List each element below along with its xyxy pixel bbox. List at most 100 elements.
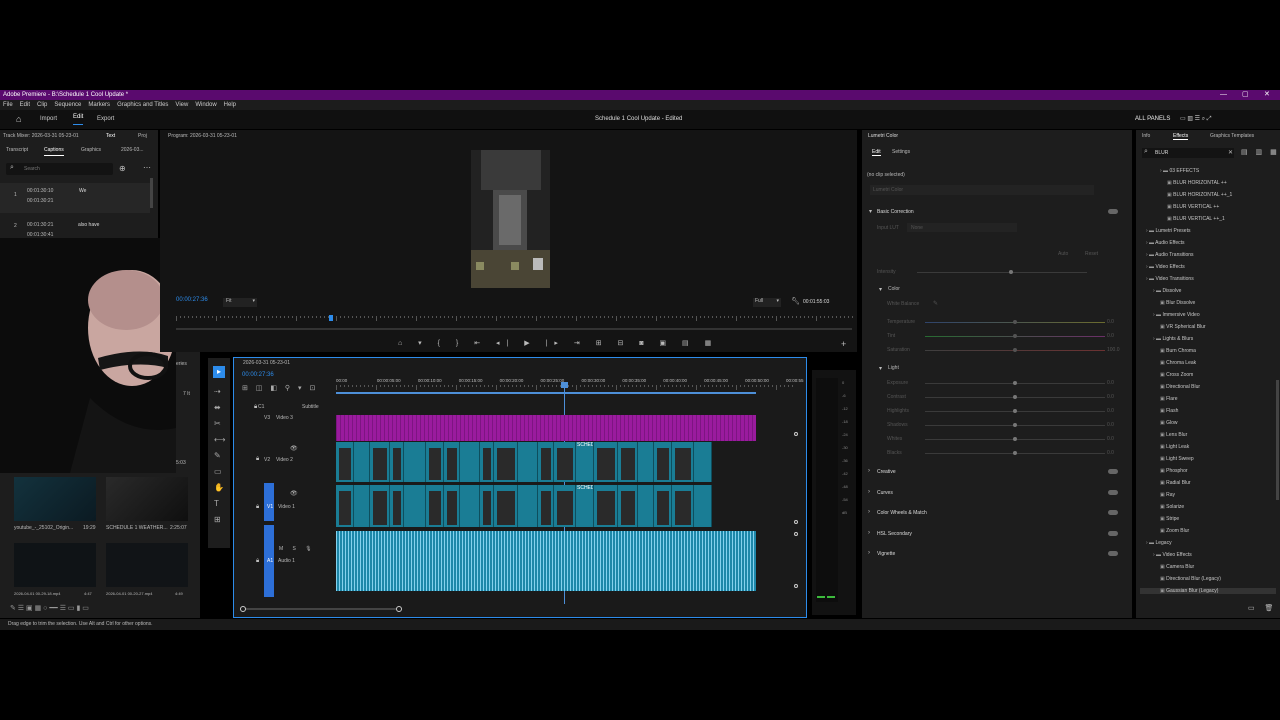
- effects-item[interactable]: ▣ Chroma Leak: [1160, 360, 1196, 366]
- lumetri-section-header[interactable]: HSL Secondary: [877, 531, 912, 537]
- video-clip[interactable]: [494, 485, 518, 527]
- quality-dropdown[interactable]: Full ▾: [753, 298, 781, 307]
- caption-scrollbar[interactable]: [150, 178, 153, 208]
- video-clip[interactable]: SCHEDULE: [576, 485, 594, 527]
- video-clip[interactable]: [618, 442, 638, 482]
- effects-item[interactable]: ▣ Ray: [1160, 492, 1175, 498]
- info-tab[interactable]: Info: [1142, 133, 1150, 139]
- more-icon[interactable]: ⋯: [143, 163, 151, 172]
- playhead-handle[interactable]: [561, 382, 568, 388]
- effects-item[interactable]: ▣ Camera Blur: [1160, 564, 1194, 570]
- track-header-v3[interactable]: V3 Video 3: [234, 415, 334, 445]
- bin-toolbar-icons[interactable]: ✎ ☰ ▣ ▦ ○ ━━ ☰ ▭ ▮ ▭: [10, 604, 89, 612]
- effects-item[interactable]: ▣ BLUR HORIZONTAL ++_1: [1167, 192, 1232, 198]
- video-clip[interactable]: [480, 485, 494, 527]
- basic-correction-header[interactable]: Basic Correction: [877, 209, 914, 215]
- menu-item-markers[interactable]: Markers: [88, 102, 110, 108]
- video-clip[interactable]: [518, 442, 538, 482]
- video-clip[interactable]: [444, 442, 460, 482]
- bin-thumbnail[interactable]: [14, 477, 96, 521]
- video-clip[interactable]: [638, 442, 654, 482]
- menu-item-help[interactable]: Help: [224, 102, 236, 108]
- video-clip[interactable]: [538, 485, 554, 527]
- video-clip[interactable]: [390, 442, 404, 482]
- auto-button[interactable]: Auto: [1058, 251, 1068, 257]
- video-clip[interactable]: [594, 485, 618, 527]
- lock-icon[interactable]: 🔒︎: [256, 456, 259, 463]
- effects-folder[interactable]: › ▬ Legacy: [1146, 540, 1172, 546]
- lumetri-tab[interactable]: Lumetri Color: [868, 133, 898, 139]
- video-clip[interactable]: [654, 442, 672, 482]
- adjustment-slider[interactable]: [925, 395, 1105, 399]
- chevron-down-icon[interactable]: ▾: [879, 365, 882, 372]
- slider-value[interactable]: 0.0: [1107, 436, 1114, 442]
- home-icon[interactable]: ⌂: [16, 110, 21, 129]
- tab-import[interactable]: Import: [40, 110, 57, 129]
- video-clip[interactable]: [460, 442, 480, 482]
- chevron-right-icon[interactable]: ›: [868, 468, 870, 474]
- slider-value[interactable]: 100.0: [1107, 347, 1120, 353]
- caption-row[interactable]: 1 00:01:30:10 00:01:30:21 We: [0, 183, 150, 213]
- effects-tab[interactable]: Effects: [1173, 133, 1189, 140]
- video-clip[interactable]: [480, 442, 494, 482]
- close-button[interactable]: ✕: [1264, 90, 1270, 100]
- effects-item[interactable]: ▣ Burn Chroma: [1160, 348, 1196, 354]
- slider-value[interactable]: 0.0: [1107, 394, 1114, 400]
- maximize-button[interactable]: ▢: [1242, 90, 1249, 100]
- effects-folder[interactable]: › ▬ Video Transitions: [1146, 276, 1194, 282]
- tab-sequence[interactable]: 2026-03...: [121, 147, 144, 153]
- adjustment-slider[interactable]: [925, 381, 1105, 385]
- panel-icons[interactable]: ▭ ▥ ☰ ⌕ ⤢: [1180, 110, 1212, 129]
- chevron-right-icon[interactable]: ›: [868, 509, 870, 515]
- video-clip[interactable]: [594, 442, 618, 482]
- video-clip[interactable]: [370, 485, 390, 527]
- video-clip[interactable]: [538, 442, 554, 482]
- track-header-a1[interactable]: 🔒︎ A1 Audio 1 M S 🎙︎: [234, 532, 334, 582]
- mute-solo-icons[interactable]: M S 🎙︎: [279, 546, 316, 552]
- effects-item[interactable]: ▣ BLUR VERTICAL ++_1: [1167, 216, 1225, 222]
- effects-item[interactable]: ▣ Glow: [1160, 420, 1178, 426]
- effects-item[interactable]: ▣ Directional Blur: [1160, 384, 1200, 390]
- video-clip[interactable]: SCHEDULE: [576, 442, 594, 482]
- tab-transcript[interactable]: Transcript: [6, 147, 28, 153]
- chevron-right-icon[interactable]: ›: [868, 550, 870, 556]
- tab-captions[interactable]: Captions: [44, 147, 64, 156]
- chevron-right-icon[interactable]: ›: [868, 530, 870, 536]
- slider-value[interactable]: 0.0: [1107, 333, 1114, 339]
- program-scrubber[interactable]: [176, 316, 853, 323]
- slider-value[interactable]: 0.0: [1107, 319, 1114, 325]
- lock-icon[interactable]: 🔒︎: [256, 504, 259, 511]
- video-clip[interactable]: [404, 442, 426, 482]
- section-toggle[interactable]: [1108, 510, 1118, 515]
- video-clip[interactable]: [554, 485, 576, 527]
- fit-dropdown[interactable]: Fit ▾: [223, 298, 257, 307]
- video-clip[interactable]: [494, 442, 518, 482]
- effects-item[interactable]: ▣ Zoom Blur: [1160, 528, 1189, 534]
- video-clip[interactable]: [426, 485, 444, 527]
- video-clip[interactable]: [672, 485, 694, 527]
- effects-folder[interactable]: › ▬ Immersive Video: [1153, 312, 1200, 318]
- reset-button[interactable]: Reset: [1085, 251, 1098, 257]
- video-clip[interactable]: [336, 485, 354, 527]
- effects-item[interactable]: ▣ Phosphor: [1160, 468, 1188, 474]
- menu-item-graphics-and-titles[interactable]: Graphics and Titles: [117, 102, 168, 108]
- menu-item-clip[interactable]: Clip: [37, 102, 47, 108]
- video-clip[interactable]: [460, 485, 480, 527]
- adjustment-slider[interactable]: [925, 348, 1105, 352]
- lumetri-effect-dropdown[interactable]: Lumetri Color: [870, 185, 1094, 195]
- video-clip[interactable]: [638, 485, 654, 527]
- light-section[interactable]: Light: [888, 365, 899, 371]
- effects-item[interactable]: ▣ Gaussian Blur (Legacy): [1140, 588, 1276, 594]
- track-header-v2[interactable]: 🔒︎ V2 Video 2 👁︎: [234, 442, 334, 482]
- adjustment-slider[interactable]: [925, 320, 1105, 324]
- adjustment-slider[interactable]: [925, 437, 1105, 441]
- basic-correction-toggle[interactable]: [1108, 209, 1118, 214]
- eyedropper-icon[interactable]: ✎: [933, 300, 938, 307]
- adjustment-slider[interactable]: [925, 409, 1105, 413]
- video-clip[interactable]: [554, 442, 576, 482]
- track-header-c1[interactable]: C1 Subtitle 🔒︎: [234, 402, 334, 416]
- effects-item[interactable]: ▣ Flash: [1160, 408, 1178, 414]
- effects-folder[interactable]: › ▬ Video Effects: [1146, 264, 1185, 270]
- effects-item[interactable]: ▣ VR Spherical Blur: [1160, 324, 1206, 330]
- eye-icon[interactable]: 👁︎: [290, 490, 298, 497]
